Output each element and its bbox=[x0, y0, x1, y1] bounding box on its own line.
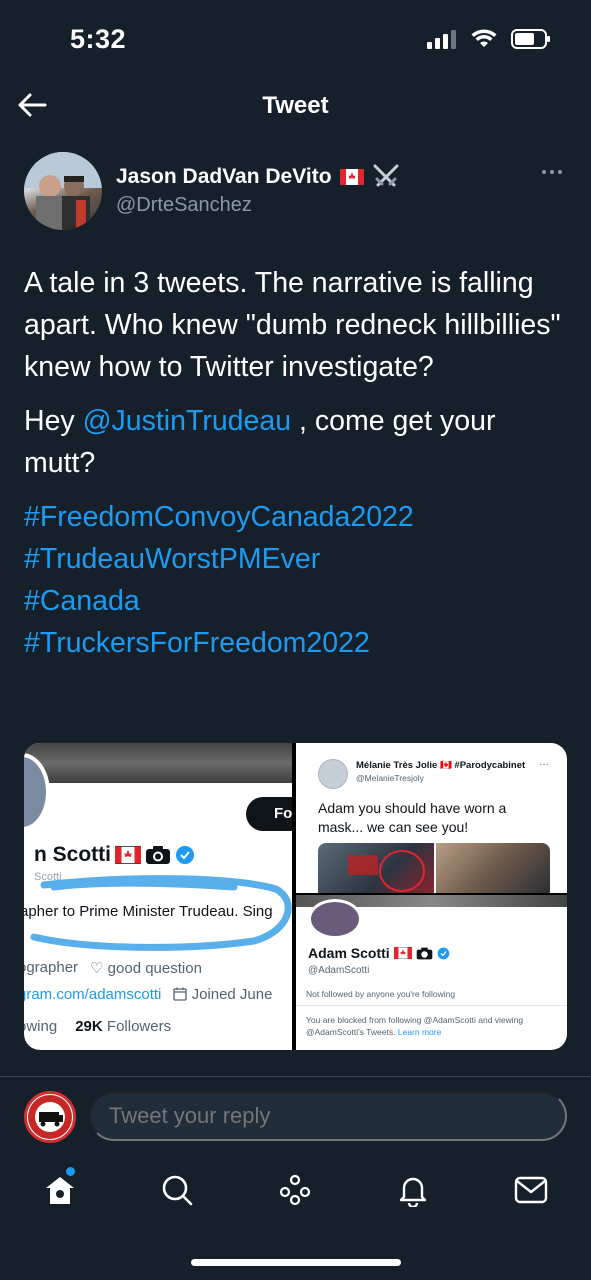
tab-notifications[interactable] bbox=[393, 1170, 433, 1210]
author-avatar[interactable] bbox=[24, 152, 102, 230]
divider bbox=[296, 1005, 567, 1006]
canada-flag-icon bbox=[115, 846, 141, 864]
hashtag-link[interactable]: #Canada bbox=[24, 580, 569, 622]
follow-button: Fo bbox=[246, 797, 292, 831]
verified-badge-icon bbox=[176, 846, 194, 864]
profile-url: gram.com/adamscotti bbox=[24, 986, 162, 1003]
media-image-tweet[interactable]: Mélanie Très Jolie 🇨🇦 #Parodycabinet @Me… bbox=[296, 743, 567, 893]
tab-spaces[interactable] bbox=[275, 1170, 315, 1210]
embedded-more-icon: ··· bbox=[539, 759, 549, 770]
followers-count: 29K bbox=[75, 1018, 103, 1035]
embedded-author-handle: @MelanieTresjoly bbox=[356, 773, 424, 783]
blocked-profile-name: Adam Scotti bbox=[308, 945, 450, 961]
embedded-photo bbox=[318, 843, 434, 893]
verified-badge-icon bbox=[437, 947, 450, 959]
embedded-photos bbox=[318, 843, 550, 893]
calendar-icon bbox=[173, 987, 188, 1001]
profile-joined-text: Joined June bbox=[191, 986, 273, 1003]
author-name-row: Jason DadVan DeVito bbox=[116, 164, 400, 190]
profile-picture bbox=[308, 899, 362, 939]
dot bbox=[550, 170, 554, 174]
author-handle: @DrteSanchez bbox=[116, 194, 252, 216]
camera-icon bbox=[416, 947, 432, 959]
dot bbox=[558, 170, 562, 174]
profile-stats-row: owing 29K Followers bbox=[24, 1018, 171, 1035]
profile-joined: Joined June bbox=[173, 986, 272, 1003]
crossed-swords-icon bbox=[373, 164, 399, 187]
profile-links-row: gram.com/adamscotti Joined June bbox=[24, 986, 272, 1003]
tweet-paragraph: A tale in 3 tweets. The narrative is fal… bbox=[24, 267, 561, 383]
profile-meta-row: ographer ♡ good question bbox=[24, 959, 202, 977]
profile-name: n Scotti bbox=[34, 843, 195, 867]
media-image-blocked[interactable]: Adam Scotti @AdamScotti Not followed by … bbox=[296, 895, 567, 1050]
followers-label: Followers bbox=[106, 1018, 172, 1035]
profile-question: ♡ good question bbox=[90, 960, 202, 977]
tab-search[interactable] bbox=[157, 1170, 197, 1210]
user-avatar[interactable] bbox=[24, 1091, 76, 1143]
wifi-icon bbox=[471, 29, 497, 47]
canada-flag-icon bbox=[339, 169, 364, 185]
followers-stat: 29K Followers bbox=[75, 1018, 171, 1035]
profile-name-text: n Scotti bbox=[34, 843, 111, 866]
status-icons bbox=[427, 28, 551, 50]
home-notification-dot bbox=[66, 1167, 75, 1176]
nav-bar: Tweet bbox=[0, 80, 591, 130]
blocked-profile-handle: @AdamScotti bbox=[308, 965, 370, 976]
profile-banner bbox=[24, 743, 292, 783]
avatar-photo bbox=[24, 152, 102, 230]
profile-job: ographer bbox=[24, 959, 79, 976]
reply-input[interactable] bbox=[89, 1091, 567, 1141]
following-label: owing bbox=[24, 1018, 58, 1035]
bottom-tab-bar bbox=[0, 1158, 591, 1228]
red-circle-annotation bbox=[348, 850, 425, 892]
notifications-icon bbox=[399, 1177, 427, 1207]
tweet-author: Jason DadVan DeVito @DrteSanchez bbox=[24, 152, 569, 232]
author-name[interactable]: Jason DadVan DeVito bbox=[116, 165, 332, 189]
spaces-icon bbox=[279, 1174, 311, 1206]
tweet-text: A tale in 3 tweets. The narrative is fal… bbox=[24, 262, 569, 664]
dot bbox=[542, 170, 546, 174]
blocked-profile-name-text: Adam Scotti bbox=[308, 945, 390, 961]
blocked-notice: You are blocked from following @AdamScot… bbox=[306, 1014, 558, 1038]
profile-question-text: good question bbox=[107, 960, 202, 977]
status-time: 5:32 bbox=[70, 24, 127, 54]
media-image-profile[interactable]: Fo n Scotti Scotti apher to Prime Minist… bbox=[24, 743, 292, 1050]
tab-messages[interactable] bbox=[511, 1170, 551, 1210]
hey-prefix: Hey bbox=[24, 405, 83, 437]
messages-icon bbox=[514, 1176, 548, 1204]
more-options-button[interactable] bbox=[537, 162, 567, 182]
tweet-media: Fo n Scotti Scotti apher to Prime Minist… bbox=[24, 743, 567, 1050]
search-icon bbox=[162, 1175, 193, 1206]
user-avatar-logo bbox=[28, 1095, 72, 1139]
follow-note: Not followed by anyone you're following bbox=[306, 989, 456, 999]
canada-flag-icon bbox=[393, 947, 412, 959]
mention-link[interactable]: @JustinTrudeau bbox=[83, 405, 291, 437]
tab-home[interactable] bbox=[40, 1170, 80, 1210]
battery-icon bbox=[511, 29, 550, 49]
hashtag-link[interactable]: #TruckersForFreedom2022 bbox=[24, 622, 569, 664]
signal-icon bbox=[427, 30, 456, 49]
home-icon bbox=[46, 1177, 74, 1204]
embedded-photo bbox=[436, 843, 550, 893]
page-title: Tweet bbox=[262, 92, 329, 119]
reply-bar bbox=[0, 1077, 591, 1157]
embedded-author-name: Mélanie Très Jolie 🇨🇦 #Parodycabinet bbox=[356, 760, 526, 771]
camera-icon bbox=[146, 846, 170, 864]
tweet-paragraph-mention: Hey @JustinTrudeau , come get your mutt? bbox=[24, 400, 569, 484]
learn-more-link: Learn more bbox=[397, 1027, 442, 1037]
hashtag-link[interactable]: #FreedomConvoyCanada2022 bbox=[24, 496, 569, 538]
hashtag-link[interactable]: #TrudeauWorstPMEver bbox=[24, 538, 569, 580]
hashtag-list: #FreedomConvoyCanada2022 #TrudeauWorstPM… bbox=[24, 496, 569, 664]
status-bar: 5:32 bbox=[0, 0, 591, 80]
embedded-tweet-text: Adam you should have worn a mask... we c… bbox=[318, 800, 507, 835]
highlight-scribble bbox=[30, 875, 292, 951]
embedded-avatar bbox=[318, 759, 348, 789]
home-indicator bbox=[191, 1259, 401, 1266]
